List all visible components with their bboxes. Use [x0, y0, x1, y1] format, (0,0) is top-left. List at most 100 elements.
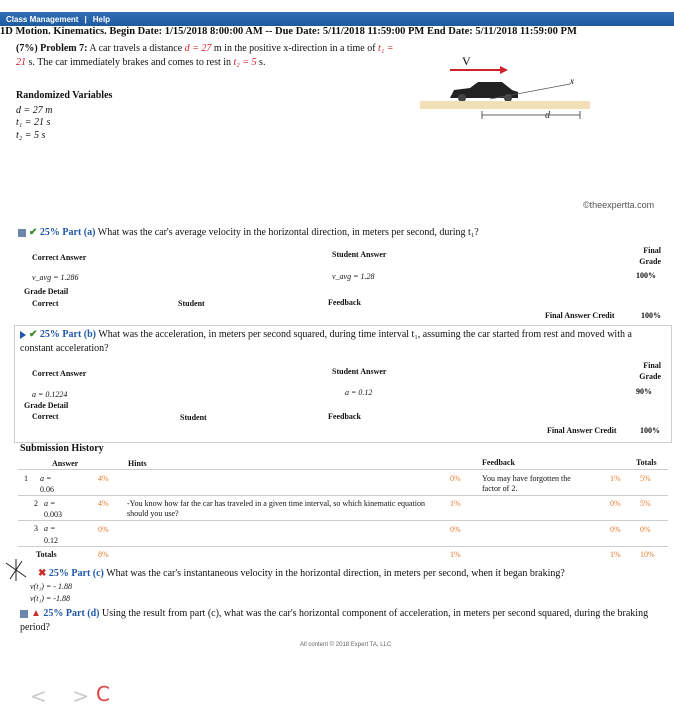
- problem-text-1: A car travels a distance: [89, 43, 183, 54]
- history-row-3-pct2: 0%: [450, 525, 461, 534]
- part-d-question[interactable]: ▲ 25% Part (d) Using the result from par…: [20, 607, 672, 635]
- part-b-student-header: Student Answer: [332, 367, 387, 376]
- history-row-2-pct3: 0%: [610, 499, 621, 508]
- pin-icon: [5, 559, 27, 581]
- part-a-final-credit: 100%: [641, 311, 661, 320]
- part-c-pct: 25%: [48, 568, 69, 579]
- history-totals-pct2: 1%: [450, 550, 461, 559]
- randomized-t2: t₂ = 5 s: [16, 129, 46, 141]
- history-feedback-header: Feedback: [482, 458, 515, 467]
- history-totals-total: 10%: [640, 550, 655, 559]
- part-c-label: Part (c): [71, 568, 104, 579]
- history-row-1-pct3: 1%: [610, 474, 621, 483]
- part-b-col-correct: Correct: [32, 412, 59, 421]
- part-b-grade-detail: Grade Detail: [24, 401, 69, 410]
- history-totals-header: Totals: [636, 458, 657, 467]
- history-row-3-ans1: a =: [44, 524, 56, 533]
- part-a-pct: 25%: [39, 227, 60, 238]
- history-totals-label: Totals: [36, 550, 57, 559]
- collapse-icon[interactable]: [20, 609, 28, 618]
- part-a-label: Part (a): [62, 227, 96, 238]
- history-row-1-feedback: You may have forgotten the factor of 2.: [482, 474, 571, 493]
- part-b-correct-header: Correct Answer: [32, 369, 87, 378]
- part-a-correct-answer: v_avg = 1.286: [32, 273, 79, 282]
- history-row-3-hint-pct: 0%: [98, 525, 109, 534]
- top-menu-bar: Class Management | Help: [0, 12, 674, 26]
- history-row-2-hint: -You know how far the car has traveled i…: [127, 499, 425, 518]
- problem-text-3: s. The car immediately brakes and comes …: [28, 57, 232, 68]
- history-row-3-n: 3: [34, 524, 38, 533]
- history-totals-pct3: 1%: [610, 550, 621, 559]
- problem-statement: (7%) Problem 7: A car travels a distance…: [16, 42, 396, 70]
- part-a-grade-detail: Grade Detail: [24, 287, 69, 296]
- part-b-label: Part (b): [62, 329, 96, 340]
- part-b-question[interactable]: ✔ 25% Part (b) What was the acceleration…: [20, 328, 665, 356]
- part-a-col-feedback: Feedback: [328, 298, 361, 307]
- history-row-1-total: 5%: [640, 474, 651, 483]
- randomized-t1: t₁ = 21 s: [16, 117, 51, 128]
- history-row-2-total: 5%: [640, 499, 651, 508]
- randomized-variables: Randomized Variables d = 27 m t₁ = 21 s …: [16, 90, 112, 142]
- footer-copyright: All content © 2018 Expert TA, LLC: [300, 642, 392, 648]
- history-row-1-hint-pct: 4%: [98, 474, 109, 483]
- part-b-student-answer: a = 0.12: [345, 388, 373, 397]
- part-c-answer-2: v(t₁) = -1.88: [30, 594, 70, 603]
- part-d-text: Using the result from part (c), what was…: [20, 608, 649, 633]
- history-hints-header: Hints: [128, 459, 147, 468]
- problem-text-2: m in the positive x-direction in a time …: [213, 43, 376, 54]
- part-b-correct-answer: a = 0.1224: [32, 390, 68, 399]
- collapse-icon[interactable]: [18, 228, 26, 237]
- history-row-3-pct3: 0%: [610, 525, 621, 534]
- history-row-2-ans2: 0.003: [44, 510, 62, 519]
- watermark: ©theexpertta.com: [583, 200, 655, 210]
- part-a-final-credit-label: Final Answer Credit: [545, 311, 615, 320]
- part-a-grade: 100%: [636, 271, 656, 280]
- car-diagram: V x d: [420, 54, 590, 121]
- part-d-label: Part (d): [65, 608, 100, 619]
- part-b-pct: 25%: [39, 329, 60, 340]
- history-divider: [18, 546, 668, 547]
- part-a-correct-header: Correct Answer: [32, 253, 87, 262]
- part-a-col-student: Student: [178, 299, 205, 308]
- back-icon[interactable]: <: [30, 684, 47, 708]
- history-totals-hints: 8%: [98, 550, 109, 559]
- history-row-1-pct2: 0%: [450, 474, 461, 483]
- part-b-final-credit-label: Final Answer Credit: [547, 426, 617, 435]
- part-b-final-grade-header: Final Grade: [639, 361, 661, 381]
- warning-icon: ▲: [31, 608, 41, 619]
- part-a-final-grade-header: Final Grade: [639, 246, 661, 266]
- part-b-col-student: Student: [180, 413, 207, 422]
- part-d-pct: 25%: [43, 608, 64, 619]
- browser-nav: < >: [30, 684, 89, 708]
- forward-icon[interactable]: >: [72, 684, 89, 708]
- menu-help[interactable]: Help: [93, 15, 110, 24]
- history-divider: [18, 495, 668, 496]
- history-divider: [18, 469, 668, 470]
- part-c-answer-1: v(t₁) = - 1.88: [30, 582, 72, 591]
- history-divider: [18, 520, 668, 521]
- part-c-question[interactable]: ✖ 25% Part (c) What was the car's instan…: [38, 567, 668, 581]
- reload-icon[interactable]: C: [96, 682, 110, 706]
- velocity-arrow-icon: [500, 66, 508, 74]
- part-b-final-credit: 100%: [640, 426, 660, 435]
- part-b-text: What was the acceleration, in meters per…: [20, 329, 632, 354]
- history-row-1-n: 1: [24, 474, 28, 483]
- history-row-1-ans1: a =: [40, 474, 52, 483]
- randomized-d: d = 27 m: [16, 104, 53, 116]
- check-icon: ✔: [29, 329, 38, 340]
- part-a-student-answer: v_avg = 1.28: [332, 272, 375, 281]
- randomized-title: Randomized Variables: [16, 90, 113, 101]
- part-b-col-feedback: Feedback: [328, 412, 361, 421]
- part-a-text: What was the car's average velocity in t…: [97, 227, 479, 238]
- part-c-text: What was the car's instantaneous velocit…: [106, 568, 565, 579]
- part-a-student-header: Student Answer: [332, 250, 387, 259]
- menu-class-management[interactable]: Class Management: [6, 15, 78, 24]
- history-row-2-hint-pct: 4%: [98, 499, 109, 508]
- d-label: d: [545, 110, 551, 121]
- part-a-question[interactable]: ✔ 25% Part (a) What was the car's averag…: [18, 226, 668, 240]
- assignment-header: 1D Motion. Kinematics. Begin Date: 1/15/…: [0, 26, 577, 37]
- check-icon: ✔: [29, 227, 38, 238]
- x-icon: ✖: [38, 568, 47, 579]
- expand-icon[interactable]: [20, 330, 26, 339]
- var-t2: t₂ = 5: [233, 57, 257, 68]
